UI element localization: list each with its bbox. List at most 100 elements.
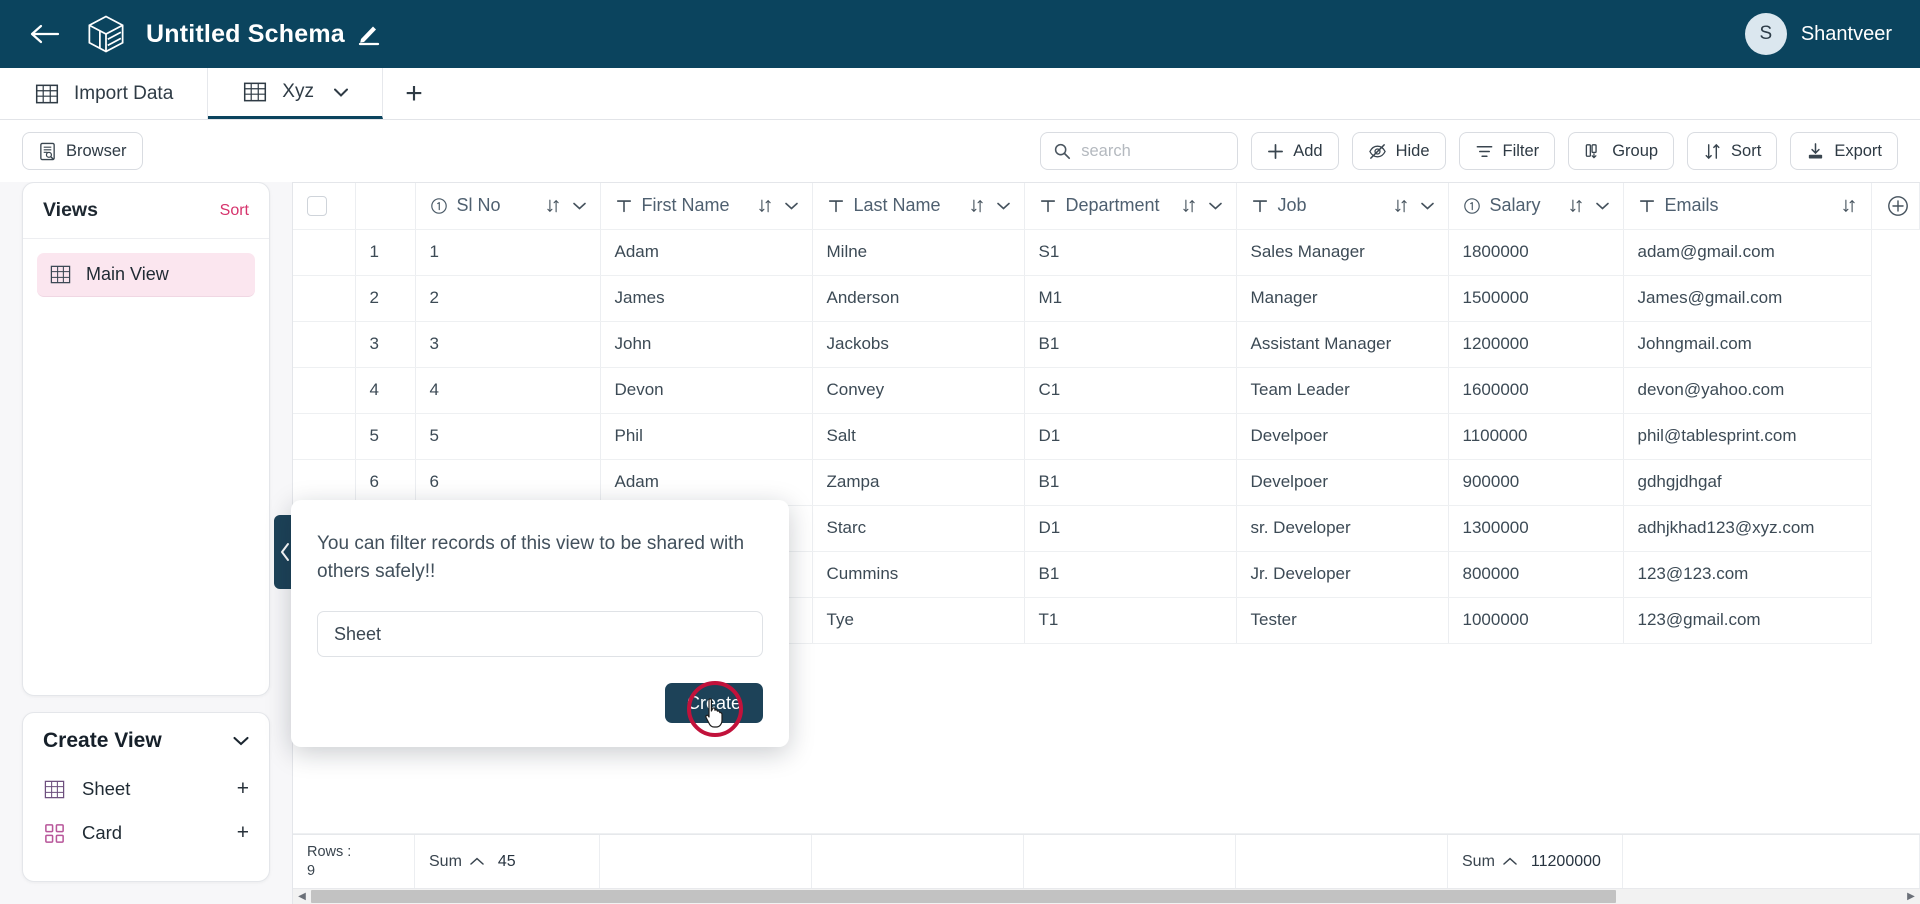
cell-department[interactable]: T1 (1024, 597, 1236, 643)
cell-last-name[interactable]: Convey (812, 367, 1024, 413)
cell-department[interactable]: D1 (1024, 505, 1236, 551)
cell-slno[interactable]: 3 (415, 321, 600, 367)
cell-department[interactable]: B1 (1024, 321, 1236, 367)
column-menu-icon[interactable] (785, 202, 798, 210)
cell-emails[interactable]: devon@yahoo.com (1623, 367, 1872, 413)
cell-salary[interactable]: 1500000 (1448, 275, 1623, 321)
department-summary-cell[interactable] (1024, 835, 1236, 888)
add-button[interactable]: Add (1251, 132, 1338, 170)
slno-sum-cell[interactable]: Sum 45 (415, 835, 600, 888)
create-button[interactable]: Create (665, 683, 763, 723)
column-header-first-name[interactable]: First Name (600, 183, 812, 229)
cell-department[interactable]: S1 (1024, 229, 1236, 275)
cell-job[interactable]: Develpoer (1236, 413, 1448, 459)
cell-last-name[interactable]: Salt (812, 413, 1024, 459)
column-sort-icon[interactable] (1841, 198, 1857, 214)
back-arrow-icon[interactable] (28, 17, 62, 51)
column-menu-icon[interactable] (997, 202, 1010, 210)
filter-button[interactable]: Filter (1459, 132, 1556, 170)
create-view-sheet[interactable]: Sheet + (43, 767, 249, 811)
browser-button[interactable]: Browser (22, 132, 143, 170)
last-name-summary-cell[interactable] (812, 835, 1024, 888)
cell-job[interactable]: Assistant Manager (1236, 321, 1448, 367)
tab-xyz[interactable]: Xyz (208, 68, 383, 119)
cell-job[interactable]: Tester (1236, 597, 1448, 643)
scrollbar-track[interactable] (311, 890, 1902, 903)
scroll-left-icon[interactable]: ◀ (293, 891, 311, 902)
table-row[interactable]: 1 1 Adam Milne S1 Sales Manager 1800000 … (293, 229, 1920, 275)
cell-first-name[interactable]: Adam (600, 459, 812, 505)
chevron-down-icon[interactable] (334, 88, 348, 97)
column-menu-icon[interactable] (1209, 202, 1222, 210)
create-view-card[interactable]: Card + (43, 811, 249, 855)
row-checkbox-cell[interactable] (293, 413, 355, 459)
column-header-salary[interactable]: Salary (1448, 183, 1623, 229)
cell-salary[interactable]: 1300000 (1448, 505, 1623, 551)
sidebar-item-main-view[interactable]: Main View (37, 253, 255, 297)
hide-button[interactable]: Hide (1352, 132, 1446, 170)
cell-salary[interactable]: 1000000 (1448, 597, 1623, 643)
cell-department[interactable]: D1 (1024, 413, 1236, 459)
table-row[interactable]: 3 3 John Jackobs B1 Assistant Manager 12… (293, 321, 1920, 367)
cell-last-name[interactable]: Jackobs (812, 321, 1024, 367)
cell-slno[interactable]: 1 (415, 229, 600, 275)
select-all-cell[interactable] (293, 183, 355, 229)
add-column-button[interactable] (1872, 183, 1920, 229)
column-header-slno[interactable]: Sl No (415, 183, 600, 229)
column-menu-icon[interactable] (1596, 202, 1609, 210)
job-summary-cell[interactable] (1236, 835, 1448, 888)
horizontal-scrollbar[interactable]: ◀ ▶ (293, 888, 1920, 904)
group-button[interactable]: Group (1568, 132, 1674, 170)
cell-emails[interactable]: phil@tablesprint.com (1623, 413, 1872, 459)
row-checkbox-cell[interactable] (293, 229, 355, 275)
cell-salary[interactable]: 900000 (1448, 459, 1623, 505)
sort-button[interactable]: Sort (1687, 132, 1777, 170)
scrollbar-thumb[interactable] (311, 890, 1616, 903)
cell-last-name[interactable]: Zampa (812, 459, 1024, 505)
column-header-emails[interactable]: Emails (1623, 183, 1872, 229)
cell-job[interactable]: Team Leader (1236, 367, 1448, 413)
cell-emails[interactable]: gdhgjdhgaf (1623, 459, 1872, 505)
emails-summary-cell[interactable] (1623, 835, 1920, 888)
column-header-department[interactable]: Department (1024, 183, 1236, 229)
cell-last-name[interactable]: Anderson (812, 275, 1024, 321)
add-sheet-view-button[interactable]: + (237, 777, 249, 801)
cell-emails[interactable]: 123@123.com (1623, 551, 1872, 597)
first-name-summary-cell[interactable] (600, 835, 812, 888)
scroll-right-icon[interactable]: ▶ (1902, 891, 1920, 902)
user-menu[interactable]: S Shantveer (1745, 13, 1892, 55)
cell-last-name[interactable]: Starc (812, 505, 1024, 551)
column-header-job[interactable]: Job (1236, 183, 1448, 229)
table-row[interactable]: 4 4 Devon Convey C1 Team Leader 1600000 … (293, 367, 1920, 413)
cell-last-name[interactable]: Cummins (812, 551, 1024, 597)
cell-first-name[interactable]: Adam (600, 229, 812, 275)
cell-salary[interactable]: 1800000 (1448, 229, 1623, 275)
column-sort-icon[interactable] (1181, 198, 1197, 214)
table-row[interactable]: 5 5 Phil Salt D1 Develpoer 1100000 phil@… (293, 413, 1920, 459)
column-sort-icon[interactable] (1568, 198, 1584, 214)
create-view-header[interactable]: Create View (23, 713, 269, 763)
cell-emails[interactable]: adhjkhad123@xyz.com (1623, 505, 1872, 551)
table-row[interactable]: 6 6 Adam Zampa B1 Develpoer 900000 gdhgj… (293, 459, 1920, 505)
column-sort-icon[interactable] (757, 198, 773, 214)
cell-slno[interactable]: 4 (415, 367, 600, 413)
cell-first-name[interactable]: James (600, 275, 812, 321)
column-sort-icon[interactable] (545, 198, 561, 214)
column-sort-icon[interactable] (1393, 198, 1409, 214)
cell-emails[interactable]: James@gmail.com (1623, 275, 1872, 321)
cell-department[interactable]: C1 (1024, 367, 1236, 413)
cell-job[interactable]: Develpoer (1236, 459, 1448, 505)
view-name-input[interactable] (317, 611, 763, 657)
cell-salary[interactable]: 1100000 (1448, 413, 1623, 459)
search-input[interactable] (1081, 142, 1225, 161)
cell-job[interactable]: Manager (1236, 275, 1448, 321)
views-sort-link[interactable]: Sort (220, 202, 249, 220)
cell-salary[interactable]: 1600000 (1448, 367, 1623, 413)
cell-job[interactable]: Jr. Developer (1236, 551, 1448, 597)
cell-first-name[interactable]: Devon (600, 367, 812, 413)
column-menu-icon[interactable] (573, 202, 586, 210)
cell-slno[interactable]: 5 (415, 413, 600, 459)
cell-job[interactable]: sr. Developer (1236, 505, 1448, 551)
cell-emails[interactable]: Johngmail.com (1623, 321, 1872, 367)
select-all-checkbox[interactable] (307, 196, 327, 216)
